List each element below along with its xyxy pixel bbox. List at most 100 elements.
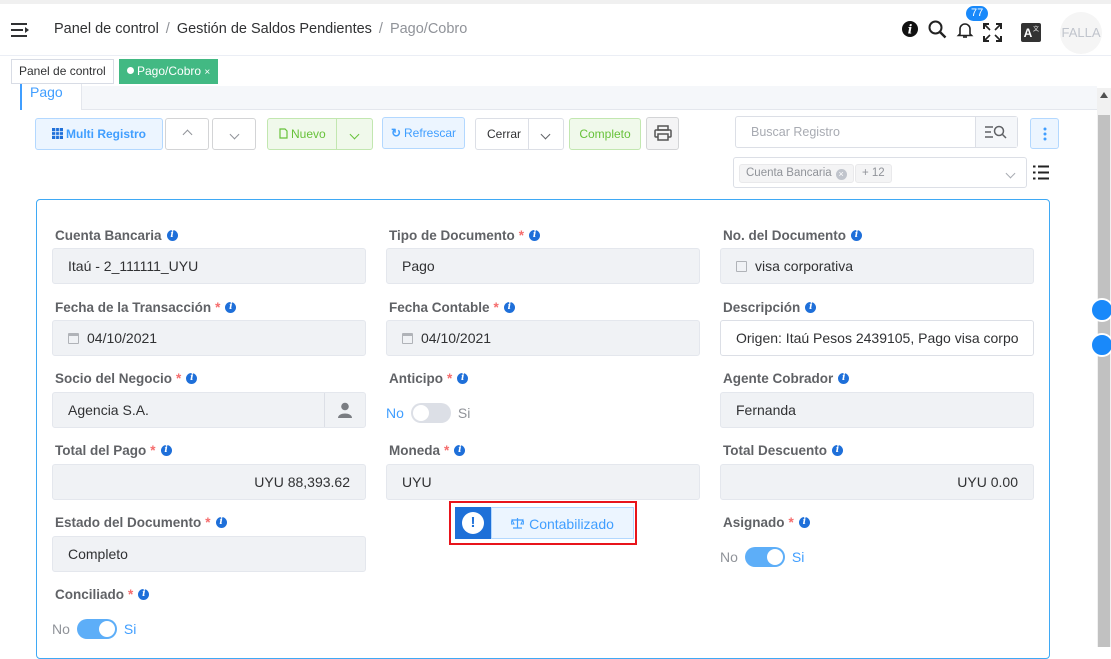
tag-label: Pago/Cobro: [137, 64, 202, 78]
tab-strip: Pago: [20, 84, 1097, 110]
no-documento-field[interactable]: visa corporativa: [720, 248, 1034, 284]
chip-label: Cuenta Bancaria: [746, 167, 832, 179]
cuenta-bancaria-field[interactable]: Itaú - 2_111111_UYU: [52, 248, 366, 284]
info-icon[interactable]: i: [457, 373, 469, 384]
total-descuento-field[interactable]: UYU 0.00: [720, 464, 1034, 500]
chevron-down-icon[interactable]: [1005, 165, 1016, 180]
button-label: Nuevo: [291, 127, 326, 141]
nuevo-button[interactable]: Nuevo: [267, 118, 373, 150]
svg-text:i: i: [908, 23, 913, 37]
search-input[interactable]: Buscar Registro: [735, 116, 1018, 148]
completo-button[interactable]: Completo: [569, 118, 641, 150]
switch-off-label: No: [52, 621, 70, 637]
info-icon[interactable]: i: [454, 445, 466, 456]
tipo-documento-field[interactable]: Pago: [386, 248, 700, 284]
fecha-contable-field[interactable]: 04/10/2021: [386, 320, 700, 356]
asignado-switch[interactable]: No Si: [720, 547, 804, 567]
hamburger-menu-icon[interactable]: [11, 21, 31, 39]
info-icon[interactable]: i: [838, 373, 850, 384]
tag-panel-de-control[interactable]: Panel de control: [11, 59, 114, 84]
close-icon[interactable]: ×: [204, 67, 210, 78]
search-button[interactable]: [975, 117, 1017, 147]
language-icon[interactable]: A文: [1021, 23, 1041, 42]
info-icon[interactable]: i: [225, 302, 237, 313]
tag-pago-cobro[interactable]: Pago/Cobro ×: [119, 59, 219, 84]
switch-core[interactable]: [744, 547, 785, 567]
bell-icon[interactable]: [956, 21, 974, 39]
switch-core[interactable]: [76, 619, 117, 639]
list-view-icon[interactable]: [1033, 165, 1049, 180]
tab-label: Pago: [30, 84, 63, 100]
scroll-up-icon[interactable]: [1100, 92, 1108, 98]
search-list-icon: [985, 125, 1007, 139]
switch-core[interactable]: [410, 403, 451, 423]
button-label: Refrescar: [404, 126, 457, 140]
cerrar-select[interactable]: Cerrar: [475, 118, 564, 150]
info-icon[interactable]: i: [529, 230, 541, 241]
side-panel-toggle-icon[interactable]: [1090, 298, 1111, 322]
field-label-tipo-documento: Tipo de Documento * i: [389, 228, 541, 243]
print-button[interactable]: [646, 117, 679, 150]
anticipo-switch[interactable]: No Si: [386, 403, 470, 423]
cerrar-dropdown-toggle[interactable]: [540, 119, 551, 149]
field-label-moneda: Moneda * i: [389, 443, 466, 458]
column-filter-select[interactable]: Cuenta Bancaria × + 12: [733, 157, 1027, 188]
multi-registro-button[interactable]: Multi Registro: [35, 118, 163, 150]
estado-documento-field[interactable]: Completo: [52, 536, 366, 572]
avatar[interactable]: FALLA: [1060, 12, 1102, 54]
info-icon[interactable]: i: [503, 302, 515, 313]
breadcrumb-item-gestion[interactable]: Gestión de Saldos Pendientes: [177, 21, 372, 37]
info-icon[interactable]: i: [160, 445, 172, 456]
moneda-field[interactable]: UYU: [386, 464, 700, 500]
info-icon[interactable]: i: [215, 517, 227, 528]
next-record-button[interactable]: [212, 118, 256, 150]
top-navbar: Panel de control / Gestión de Saldos Pendi…: [0, 0, 1111, 56]
previous-record-button[interactable]: [165, 118, 209, 150]
info-icon[interactable]: i: [138, 589, 150, 600]
field-label-socio-negocio: Socio del Negocio * i: [55, 371, 198, 386]
more-options-button[interactable]: [1030, 118, 1059, 149]
document-icon: [279, 128, 288, 139]
button-label: Multi Registro: [66, 127, 146, 141]
chip-label: + 12: [862, 167, 885, 179]
socio-negocio-field[interactable]: Agencia S.A.: [52, 392, 366, 428]
total-pago-field[interactable]: UYU 88,393.62: [52, 464, 366, 500]
tab-pago[interactable]: Pago: [20, 84, 82, 110]
info-icon[interactable]: i: [798, 517, 810, 528]
info-icon[interactable]: i: [805, 302, 817, 313]
breadcrumb-item-pago: Pago/Cobro: [389, 21, 468, 37]
status-alert-button[interactable]: !: [455, 507, 491, 539]
notification-count-badge: 77: [966, 6, 989, 21]
field-label-cuenta-bancaria: Cuenta Bancaria i: [55, 228, 178, 243]
info-icon[interactable]: i: [186, 373, 198, 384]
agente-cobrador-field[interactable]: Fernanda: [720, 392, 1034, 428]
fecha-transaccion-field[interactable]: 04/10/2021: [52, 320, 366, 356]
field-label-estado-documento: Estado del Documento * i: [55, 515, 227, 530]
filter-chip[interactable]: Cuenta Bancaria ×: [739, 164, 854, 183]
zoom-in-icon[interactable]: [1090, 333, 1111, 357]
field-value: 04/10/2021: [87, 330, 158, 346]
button-label: Contabilizado: [529, 516, 614, 532]
business-partner-search-button[interactable]: [324, 393, 365, 427]
info-icon[interactable]: i: [832, 445, 844, 456]
conciliado-switch[interactable]: No Si: [52, 619, 136, 639]
breadcrumb: Panel de control / Gestión de Saldos Pendi…: [54, 21, 468, 37]
info-icon[interactable]: i: [166, 230, 178, 241]
contabilizado-button[interactable]: Contabilizado: [491, 507, 634, 539]
refrescar-button[interactable]: ↻ Refrescar: [382, 117, 465, 149]
switch-off-label: No: [386, 405, 404, 421]
chevron-up-icon: [182, 129, 192, 140]
button-label: Cerrar: [487, 127, 522, 141]
fullscreen-icon[interactable]: [983, 23, 1002, 42]
breadcrumb-item-panel[interactable]: Panel de control: [54, 21, 159, 37]
descripcion-field[interactable]: Origen: Itaú Pesos 2439105, Pago visa co…: [720, 320, 1034, 356]
nuevo-dropdown-toggle[interactable]: [349, 119, 360, 149]
vertical-scrollbar[interactable]: [1097, 88, 1111, 647]
balance-scale-icon: [510, 518, 525, 529]
info-icon[interactable]: i: [851, 230, 863, 241]
scrollbar-thumb[interactable]: [1098, 115, 1110, 647]
info-icon[interactable]: i: [901, 20, 919, 38]
chip-close-icon[interactable]: ×: [835, 169, 847, 180]
search-icon[interactable]: [928, 20, 947, 39]
field-label-fecha-transaccion: Fecha de la Transacción * i: [55, 300, 237, 315]
